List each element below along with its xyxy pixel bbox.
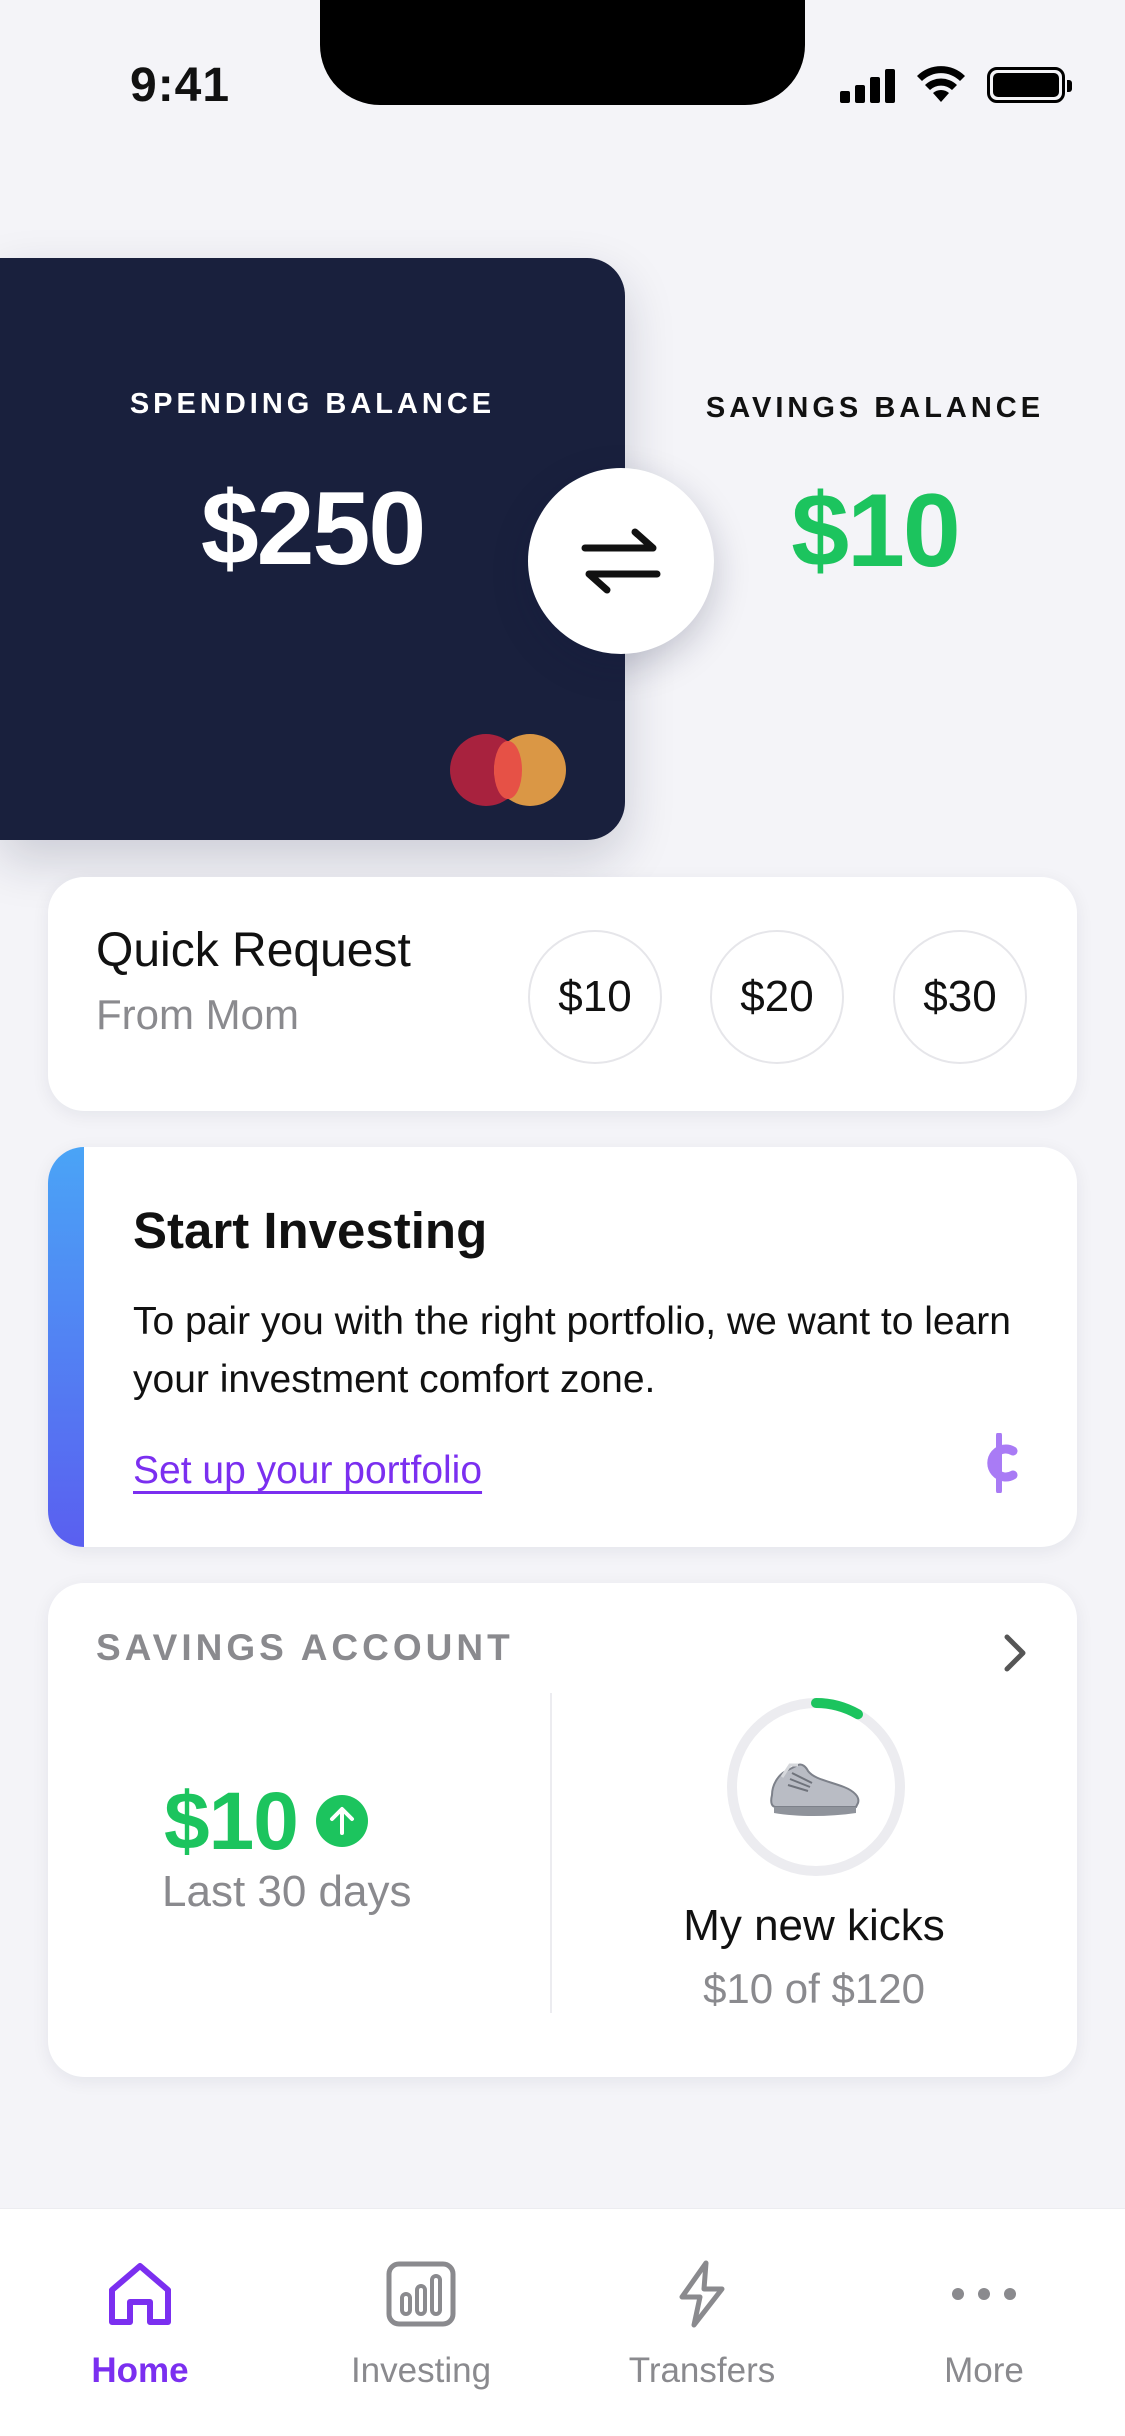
spending-balance-label: SPENDING BALANCE <box>129 388 496 420</box>
tab-transfers[interactable]: Transfers <box>582 2257 822 2397</box>
tab-home-label: Home <box>91 2351 189 2390</box>
savings-balance-amount: $10 <box>791 473 961 589</box>
mastercard-icon <box>450 734 566 806</box>
tab-investing-label: Investing <box>350 2351 492 2390</box>
status-icons <box>840 66 1072 104</box>
tab-home[interactable]: Home <box>20 2257 260 2397</box>
goal-progress-ring <box>727 1698 905 1876</box>
savings-goal-progress: $10 of $120 <box>703 1965 925 2012</box>
chevron-right-icon[interactable] <box>1003 1633 1027 1673</box>
swap-transfer-button[interactable] <box>528 468 714 654</box>
card-accent-bar <box>48 1147 84 1547</box>
savings-balance-label: SAVINGS BALANCE <box>705 392 1045 424</box>
arrow-up-icon <box>316 1795 368 1847</box>
more-icon <box>947 2257 1021 2331</box>
start-investing-description: To pair you with the right portfolio, we… <box>133 1300 1011 1401</box>
status-time: 9:41 <box>130 59 231 112</box>
start-investing-title: Start Investing <box>133 1202 488 1259</box>
swap-arrows-icon <box>581 528 661 594</box>
battery-icon <box>987 67 1072 103</box>
status-bar: 9:41 <box>0 0 1125 130</box>
request-amount-20-button[interactable]: $20 <box>710 930 844 1064</box>
device-notch <box>320 0 805 105</box>
savings-account-title: SAVINGS ACCOUNT <box>96 1627 514 1668</box>
savings-goal-name: My new kicks <box>683 1901 945 1950</box>
setup-portfolio-link[interactable]: Set up your portfolio <box>133 1449 482 1493</box>
start-investing-card: Start Investing To pair you with the rig… <box>48 1147 1077 1547</box>
bottom-tab-bar: Home Investing Transfers More <box>0 2208 1125 2436</box>
investing-icon <box>384 2257 458 2331</box>
savings-change-period: Last 30 days <box>162 1867 412 1916</box>
tab-more-label: More <box>944 2351 1024 2390</box>
quick-request-card: Quick Request From Mom $10 $20 $30 <box>48 877 1077 1111</box>
transfers-icon <box>665 2257 739 2331</box>
tab-more[interactable]: More <box>864 2257 1104 2397</box>
request-amount-10-button[interactable]: $10 <box>528 930 662 1064</box>
quick-request-subtitle: From Mom <box>96 991 299 1038</box>
wifi-icon <box>917 66 965 102</box>
tab-investing[interactable]: Investing <box>301 2257 541 2397</box>
savings-account-card[interactable]: SAVINGS ACCOUNT $10 Last 30 days My new … <box>48 1583 1077 2077</box>
request-amount-30-button[interactable]: $30 <box>893 930 1027 1064</box>
tab-transfers-label: Transfers <box>628 2351 776 2390</box>
sneaker-icon <box>770 1763 860 1816</box>
savings-change-amount: $10 <box>164 1776 299 1867</box>
cellular-signal-icon <box>840 67 895 103</box>
home-icon <box>103 2257 177 2331</box>
cent-icon <box>987 1433 1018 1493</box>
quick-request-title: Quick Request <box>96 924 411 977</box>
